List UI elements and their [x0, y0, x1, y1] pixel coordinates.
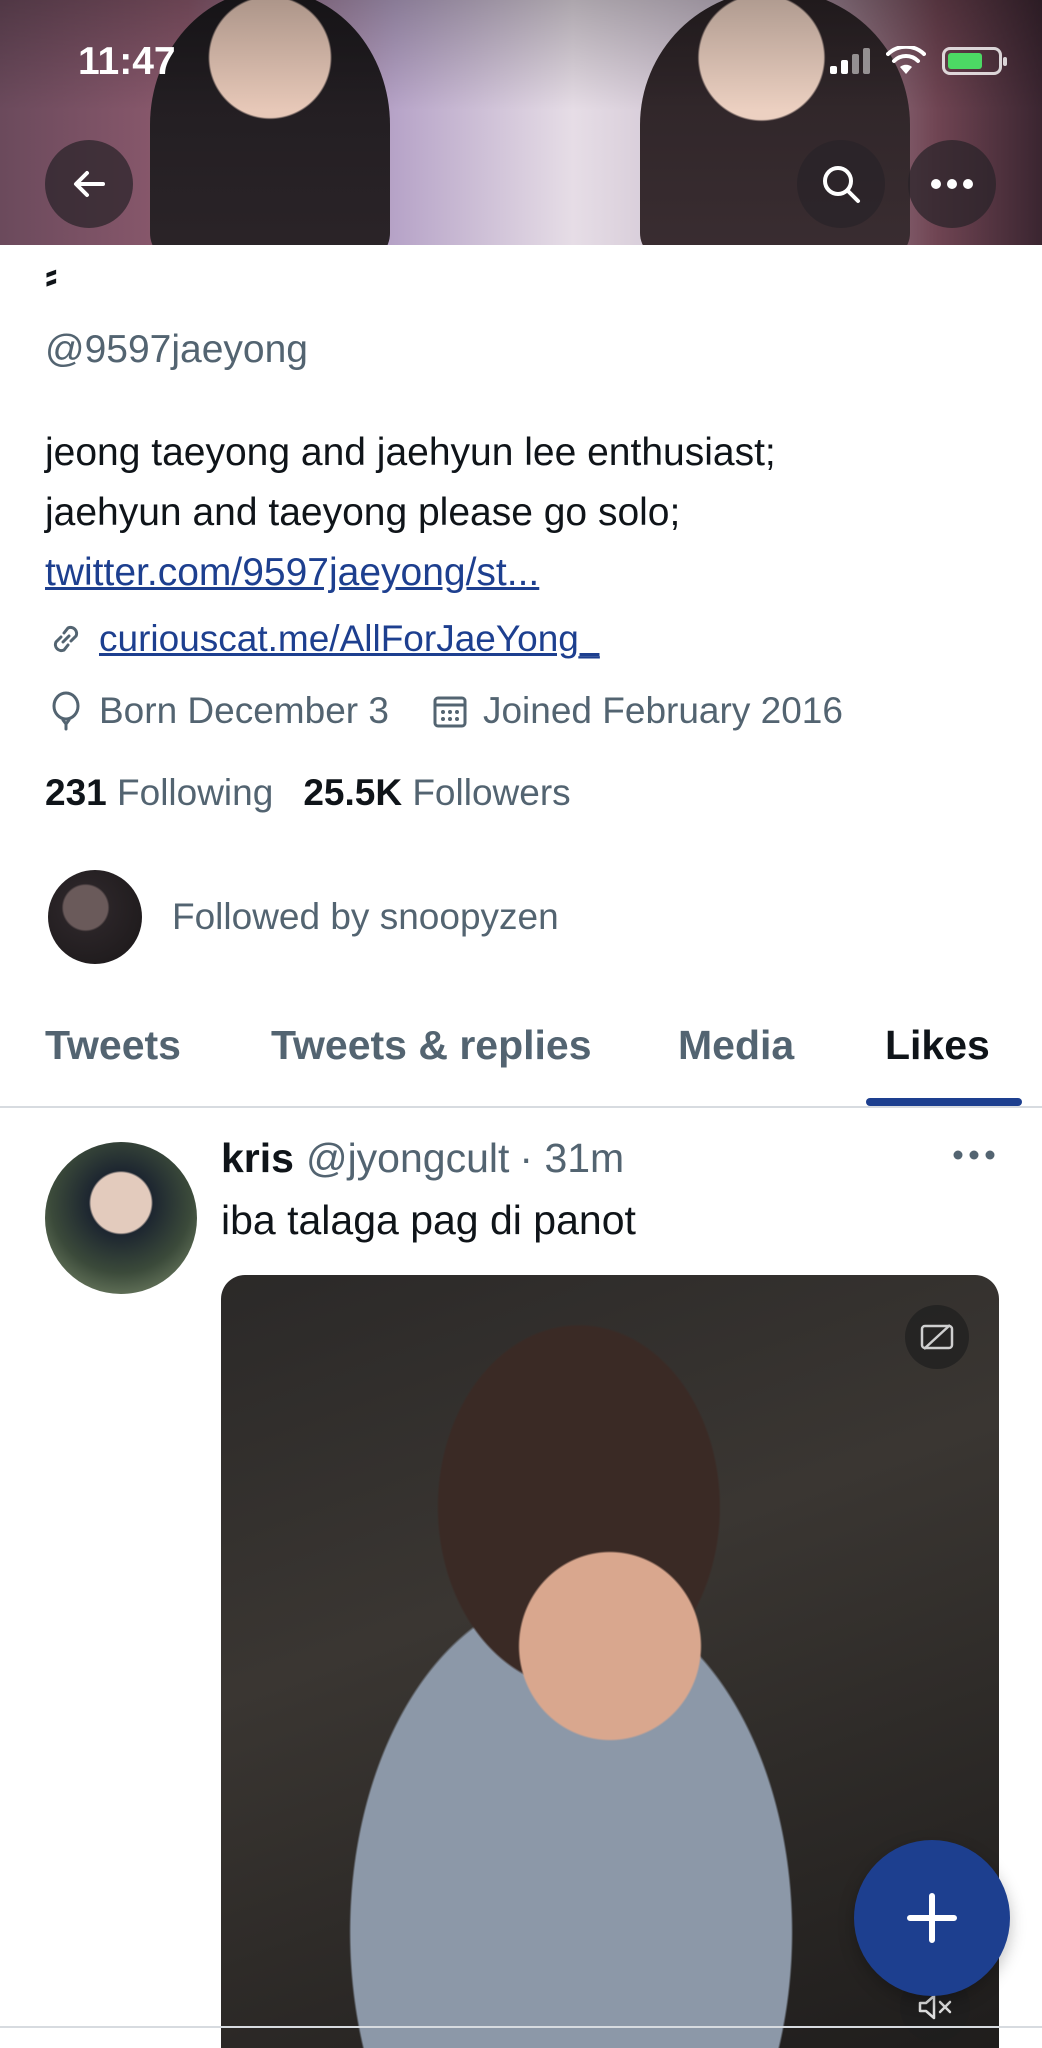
followed-by-text: Followed by snoopyzen: [172, 896, 559, 937]
following-label: Following: [117, 772, 274, 813]
balloon-icon: [45, 690, 87, 732]
profile-bio: jeong taeyong and jaehyun lee enthusiast…: [45, 423, 995, 603]
followed-by-row[interactable]: Followed by snoopyzen: [48, 870, 559, 964]
tab-tweets[interactable]: Tweets: [45, 1022, 181, 1069]
captions-button[interactable]: [905, 1305, 969, 1369]
following-stat[interactable]: 231 Following: [45, 772, 273, 814]
followers-stat[interactable]: 25.5K Followers: [303, 772, 570, 814]
website-link[interactable]: curiouscat.me/AllForJaeYong_: [99, 618, 599, 660]
birth-join-row: Born December 3 Joined February 2016: [45, 690, 843, 732]
tweet-author-handle[interactable]: @jyongcult: [306, 1135, 509, 1182]
plus-icon: [907, 1893, 957, 1943]
bio-line: jaehyun and taeyong please go solo;: [45, 491, 681, 534]
profile-tabs: Tweets Tweets & replies Media Likes: [0, 1000, 1042, 1108]
tweet-text: iba talaga pag di panot: [221, 1197, 636, 1243]
back-button[interactable]: [45, 140, 133, 228]
follow-stats: 231 Following 25.5K Followers: [45, 772, 571, 814]
bio-link[interactable]: twitter.com/9597jaeyong/st...: [45, 543, 995, 603]
tweet-author-name[interactable]: kris: [221, 1135, 294, 1182]
tab-likes[interactable]: Likes: [885, 1022, 990, 1069]
link-icon: [45, 618, 87, 660]
follower-avatar: [48, 870, 142, 964]
compose-tweet-button[interactable]: [854, 1840, 1010, 1996]
status-time: 11:47: [78, 40, 176, 83]
join-date: Joined February 2016: [482, 690, 843, 731]
website-row: curiouscat.me/AllForJaeYong_: [45, 618, 599, 660]
followers-label: Followers: [412, 772, 571, 813]
tweet-author-avatar[interactable]: [45, 1142, 197, 1294]
divider: [0, 2026, 1042, 2028]
tab-media[interactable]: Media: [678, 1022, 794, 1069]
speaker-muted-icon: [918, 1994, 952, 2020]
status-icons: [830, 46, 1007, 76]
more-horizontal-icon: [953, 1150, 995, 1160]
captions-off-icon: [920, 1324, 954, 1350]
bio-line: jeong taeyong and jaehyun lee enthusiast…: [45, 431, 776, 474]
status-bar: 11:47: [0, 0, 1042, 110]
active-tab-indicator: [866, 1098, 1022, 1106]
more-horizontal-icon: [931, 179, 973, 189]
display-name: ⸗: [45, 255, 58, 297]
wifi-icon: [886, 46, 926, 74]
following-count: 231: [45, 772, 107, 813]
search-icon: [823, 166, 860, 203]
arrow-left-icon: [74, 171, 105, 197]
profile-handle: @9597jaeyong: [45, 328, 308, 371]
tweet-header: kris @jyongcult · 31m: [221, 1135, 624, 1182]
calendar-icon: [429, 690, 471, 732]
tab-tweets-replies[interactable]: Tweets & replies: [271, 1022, 592, 1069]
more-options-button[interactable]: [908, 140, 996, 228]
birth-date: Born December 3: [99, 690, 389, 731]
cellular-signal-icon: [830, 48, 870, 74]
followers-count: 25.5K: [303, 772, 403, 813]
tweet-more-button[interactable]: [952, 1148, 996, 1166]
tweet-time: · 31m: [519, 1135, 625, 1181]
battery-icon: [942, 47, 1007, 75]
search-button[interactable]: [797, 140, 885, 228]
